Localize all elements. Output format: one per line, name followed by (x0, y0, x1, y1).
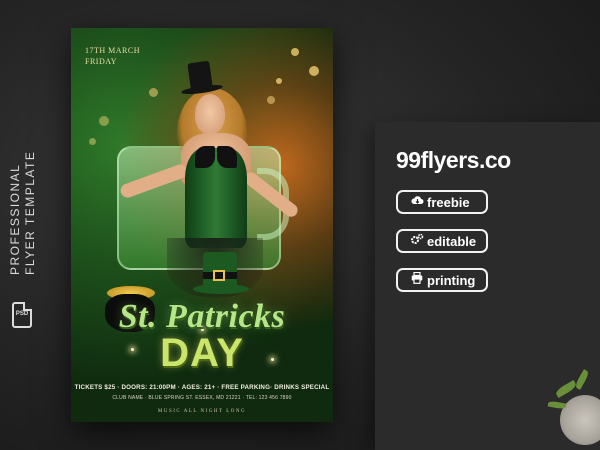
event-date-line1: 17TH MARCH (85, 46, 141, 55)
model-face (195, 94, 225, 134)
bokeh-light (291, 48, 299, 56)
cloud-download-icon (410, 195, 424, 210)
brand-logo: 99flyers.co (396, 147, 511, 173)
side-caption-line2: FLYER TEMPLATE (23, 150, 37, 275)
freebie-badge: freebie (396, 190, 488, 214)
leprechaun-hat-buckle (213, 270, 225, 281)
bokeh-light (309, 66, 319, 76)
bokeh-light (267, 96, 275, 104)
printing-label: printing (427, 272, 476, 288)
flyer-tagline: MUSIC ALL NIGHT LONG (157, 409, 247, 414)
bokeh-light (149, 88, 158, 97)
leprechaun-hat-brim (193, 284, 249, 294)
flyer-preview: 17TH MARCH FRIDAY St. Patricks DAY TICKE… (71, 28, 333, 422)
freebie-label: freebie (427, 194, 470, 210)
editable-label: editable (427, 233, 477, 249)
flyer-event-details: TICKETS $25 · DOORS: 21:00PM · AGES: 21+… (74, 384, 330, 391)
event-date-line2: FRIDAY (85, 57, 118, 66)
event-date: 17TH MARCH FRIDAY (85, 45, 140, 67)
psd-label: PSD (15, 311, 29, 317)
side-caption: PROFESSIONAL FLYER TEMPLATE (8, 151, 38, 275)
printer-icon (410, 271, 424, 288)
editable-badge: editable (396, 229, 488, 253)
side-caption-line1: PROFESSIONAL (8, 163, 22, 275)
flyer-title-day: DAY (160, 331, 244, 375)
bokeh-light (89, 138, 96, 145)
black-bow (195, 146, 237, 168)
printing-badge: printing (396, 268, 488, 292)
flyer-venue-details: CLUB NAME · BLUE SPRING ST. ESSEX, MD 21… (112, 395, 292, 401)
gears-icon (410, 233, 424, 249)
bokeh-light (276, 78, 282, 84)
psd-file-icon: PSD (12, 302, 32, 328)
bokeh-light (99, 116, 109, 126)
